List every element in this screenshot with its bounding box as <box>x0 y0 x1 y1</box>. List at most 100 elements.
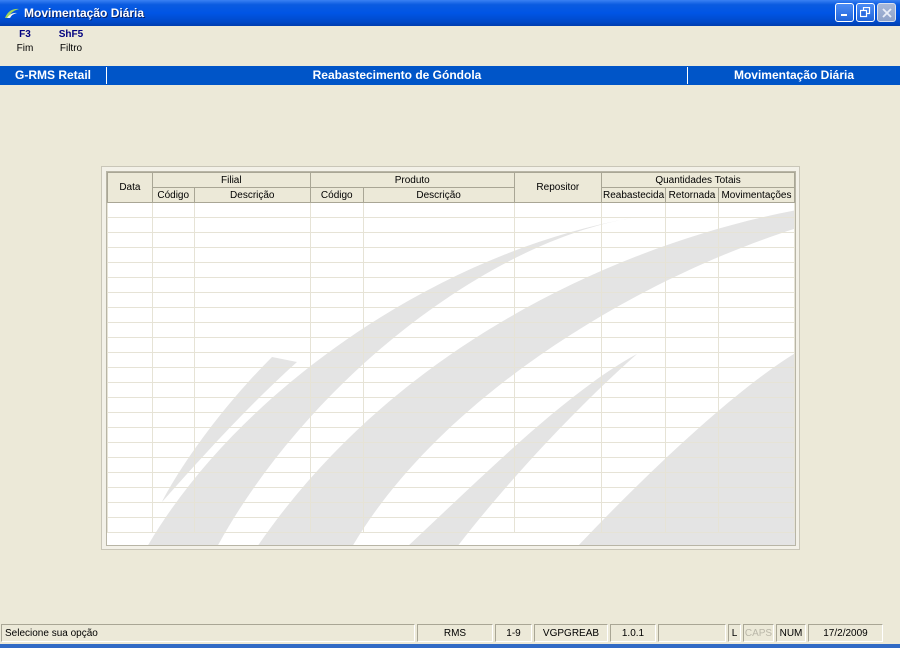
table-cell[interactable] <box>309 292 364 308</box>
table-cell[interactable] <box>193 457 311 473</box>
table-cell[interactable] <box>362 502 515 518</box>
table-cell[interactable] <box>601 457 667 473</box>
table-cell[interactable] <box>309 487 364 503</box>
table-cell[interactable] <box>717 397 795 413</box>
table-row[interactable] <box>107 367 795 383</box>
table-row[interactable] <box>107 247 795 263</box>
table-cell[interactable] <box>513 427 603 443</box>
col-header-produto-descricao[interactable]: Descrição <box>362 187 515 203</box>
table-cell[interactable] <box>151 292 195 308</box>
table-cell[interactable] <box>513 337 603 353</box>
table-cell[interactable] <box>362 457 515 473</box>
table-cell[interactable] <box>362 487 515 503</box>
table-cell[interactable] <box>309 502 364 518</box>
table-cell[interactable] <box>193 337 311 353</box>
table-cell[interactable] <box>151 427 195 443</box>
table-cell[interactable] <box>107 427 153 443</box>
table-cell[interactable] <box>601 397 667 413</box>
table-cell[interactable] <box>193 517 311 533</box>
table-cell[interactable] <box>362 202 515 218</box>
table-cell[interactable] <box>601 382 667 398</box>
col-header-movimentacoes[interactable]: Movimentações <box>717 187 795 203</box>
table-cell[interactable] <box>601 517 667 533</box>
table-cell[interactable] <box>665 397 719 413</box>
table-row[interactable] <box>107 502 795 518</box>
table-cell[interactable] <box>107 367 153 383</box>
table-cell[interactable] <box>362 427 515 443</box>
table-cell[interactable] <box>513 307 603 323</box>
table-cell[interactable] <box>309 397 364 413</box>
table-cell[interactable] <box>717 412 795 428</box>
table-cell[interactable] <box>107 262 153 278</box>
fkey-shf5-filtro[interactable]: ShF5 Filtro <box>51 28 91 56</box>
table-cell[interactable] <box>601 292 667 308</box>
table-cell[interactable] <box>717 487 795 503</box>
table-cell[interactable] <box>107 517 153 533</box>
table-row[interactable] <box>107 217 795 233</box>
table-cell[interactable] <box>601 337 667 353</box>
table-cell[interactable] <box>717 517 795 533</box>
table-row[interactable] <box>107 457 795 473</box>
table-cell[interactable] <box>309 517 364 533</box>
table-cell[interactable] <box>309 457 364 473</box>
table-cell[interactable] <box>601 472 667 488</box>
table-cell[interactable] <box>151 277 195 293</box>
table-cell[interactable] <box>309 352 364 368</box>
table-cell[interactable] <box>107 352 153 368</box>
table-cell[interactable] <box>193 247 311 263</box>
table-cell[interactable] <box>362 232 515 248</box>
table-cell[interactable] <box>151 517 195 533</box>
table-cell[interactable] <box>665 517 719 533</box>
table-row[interactable] <box>107 352 795 368</box>
table-cell[interactable] <box>717 262 795 278</box>
table-cell[interactable] <box>151 217 195 233</box>
table-cell[interactable] <box>601 487 667 503</box>
table-cell[interactable] <box>362 382 515 398</box>
table-cell[interactable] <box>513 277 603 293</box>
table-cell[interactable] <box>513 292 603 308</box>
table-cell[interactable] <box>362 217 515 233</box>
col-header-produto-codigo[interactable]: Código <box>309 187 364 203</box>
table-cell[interactable] <box>513 202 603 218</box>
table-cell[interactable] <box>151 502 195 518</box>
table-cell[interactable] <box>193 412 311 428</box>
table-cell[interactable] <box>665 217 719 233</box>
table-cell[interactable] <box>665 412 719 428</box>
table-cell[interactable] <box>107 247 153 263</box>
table-cell[interactable] <box>107 232 153 248</box>
table-cell[interactable] <box>151 247 195 263</box>
fkey-f3-fim[interactable]: F3 Fim <box>5 28 45 56</box>
table-cell[interactable] <box>513 262 603 278</box>
table-cell[interactable] <box>717 427 795 443</box>
col-header-repositor[interactable]: Repositor <box>513 172 603 203</box>
table-cell[interactable] <box>151 487 195 503</box>
table-cell[interactable] <box>107 487 153 503</box>
table-cell[interactable] <box>717 472 795 488</box>
table-cell[interactable] <box>665 472 719 488</box>
table-cell[interactable] <box>151 337 195 353</box>
table-cell[interactable] <box>717 232 795 248</box>
table-row[interactable] <box>107 487 795 503</box>
table-cell[interactable] <box>107 307 153 323</box>
table-cell[interactable] <box>717 382 795 398</box>
table-cell[interactable] <box>665 232 719 248</box>
table-cell[interactable] <box>107 442 153 458</box>
table-cell[interactable] <box>362 472 515 488</box>
table-cell[interactable] <box>601 427 667 443</box>
table-cell[interactable] <box>107 472 153 488</box>
table-cell[interactable] <box>717 277 795 293</box>
table-cell[interactable] <box>601 202 667 218</box>
table-cell[interactable] <box>513 247 603 263</box>
table-cell[interactable] <box>362 442 515 458</box>
col-header-filial-descricao[interactable]: Descrição <box>193 187 311 203</box>
table-cell[interactable] <box>309 217 364 233</box>
table-cell[interactable] <box>193 292 311 308</box>
table-cell[interactable] <box>665 442 719 458</box>
minimize-button[interactable] <box>835 3 854 22</box>
table-cell[interactable] <box>665 307 719 323</box>
table-cell[interactable] <box>513 412 603 428</box>
table-cell[interactable] <box>151 202 195 218</box>
table-cell[interactable] <box>193 487 311 503</box>
table-cell[interactable] <box>717 442 795 458</box>
table-cell[interactable] <box>665 202 719 218</box>
